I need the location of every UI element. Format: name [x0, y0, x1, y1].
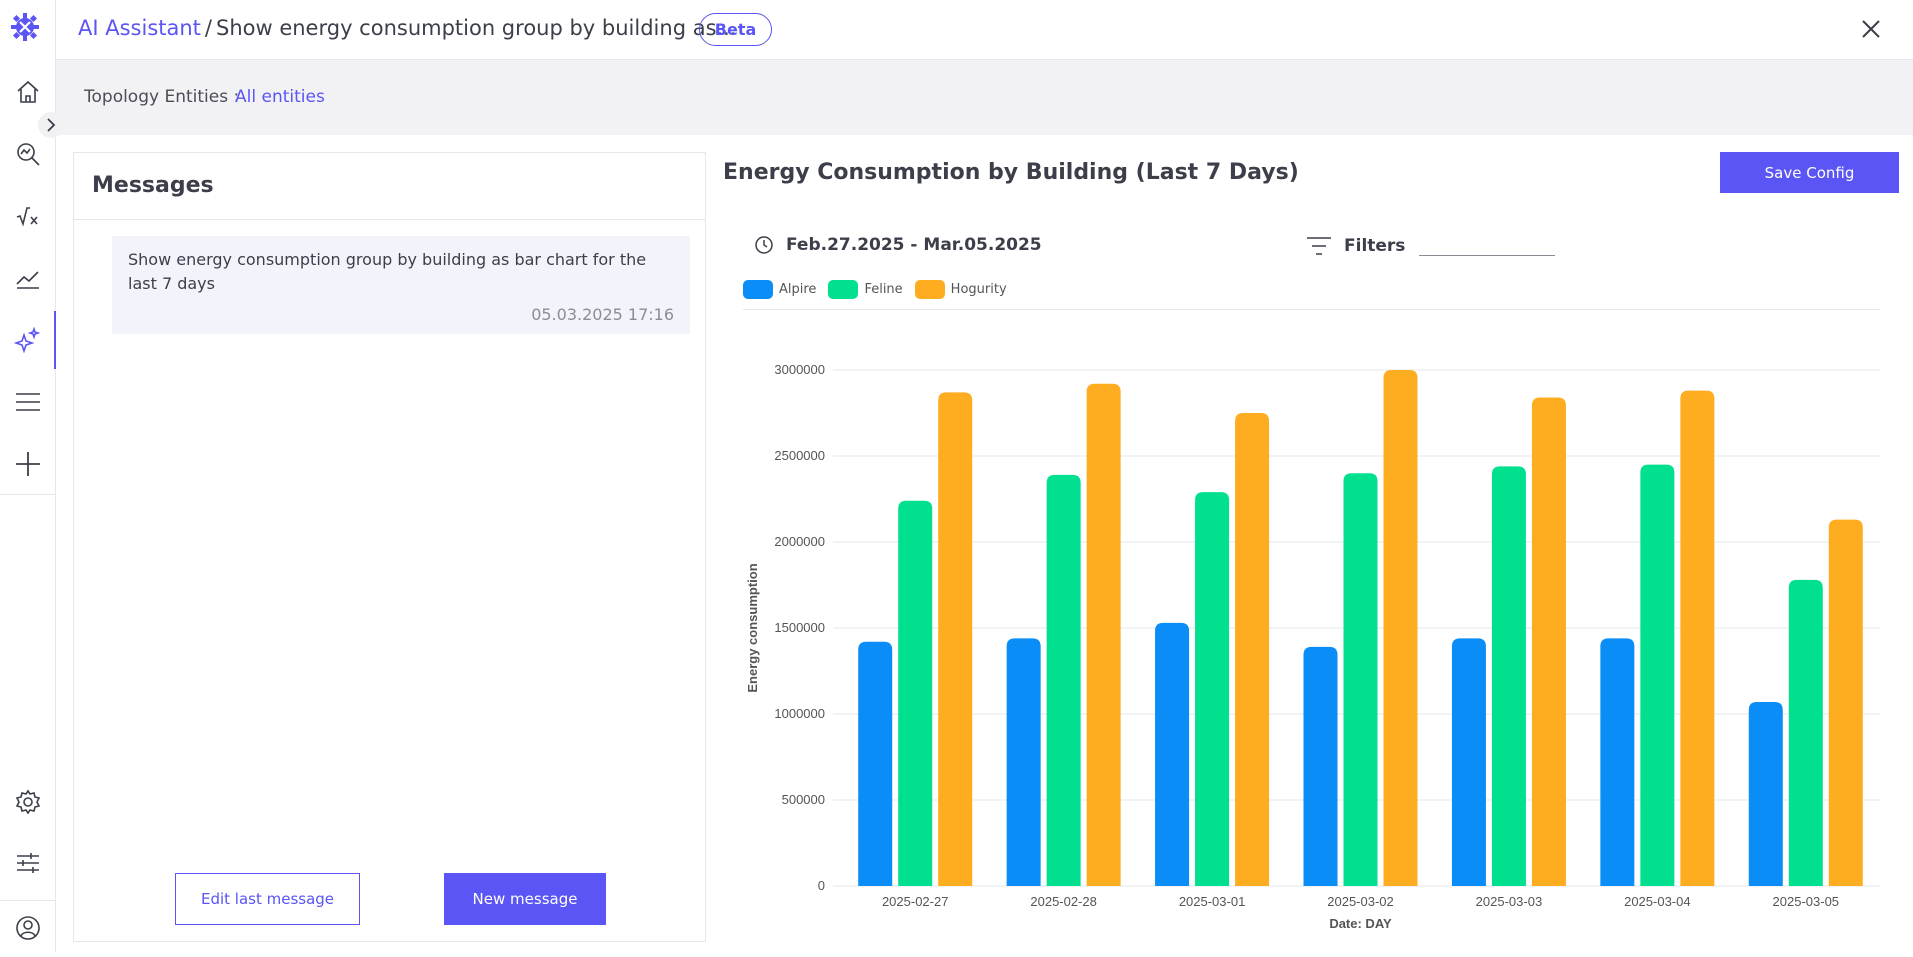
- bar-alpire-2025-02-27: [858, 641, 893, 886]
- bar-alpire-2025-03-03: [1451, 638, 1486, 886]
- x-tick-label: 2025-02-27: [882, 894, 949, 909]
- bar-hogurity-2025-02-27: [938, 392, 973, 886]
- bar-chart: 0 500000 1000000 1500000 2000000 2500000 30000…: [745, 362, 1880, 931]
- nav-adjustments[interactable]: [0, 834, 56, 892]
- bar-alpire-2025-03-05: [1748, 701, 1783, 886]
- beta-badge: Beta: [699, 13, 772, 46]
- home-icon: [17, 80, 39, 103]
- bar-alpire-2025-03-04: [1600, 638, 1635, 886]
- breadcrumb: AI Assistant / Show energy consumption gro…: [78, 16, 737, 40]
- plus-icon: [16, 452, 40, 476]
- legend-swatch-alpire: [743, 280, 773, 299]
- y-tick-label: 3000000: [774, 362, 825, 377]
- breadcrumb-separator: /: [204, 16, 212, 40]
- chevron-right-icon: [47, 118, 56, 132]
- bar-alpire-2025-03-02: [1303, 646, 1338, 886]
- trend-icon: [16, 271, 39, 289]
- y-tick-label: 500000: [782, 792, 825, 807]
- gear-icon: [15, 789, 41, 815]
- date-range-picker[interactable]: Feb.27.2025 - Mar.05.2025: [754, 235, 1042, 255]
- topology-entities-link[interactable]: All entities: [235, 87, 325, 107]
- logo-icon[interactable]: [10, 12, 40, 42]
- user-icon: [16, 916, 40, 940]
- save-config-button[interactable]: Save Config: [1720, 152, 1899, 193]
- side-nav: [0, 0, 56, 952]
- legend-item-hogurity[interactable]: Hogurity: [914, 280, 1007, 299]
- breadcrumb-current: Show energy consumption group by buildin…: [215, 16, 737, 40]
- legend-divider: [743, 309, 1880, 310]
- x-tick-label: 2025-03-02: [1327, 894, 1394, 909]
- messages-panel: Messages Show energy consumption group b…: [73, 152, 706, 942]
- bar-feline-2025-03-05: [1788, 579, 1823, 886]
- y-tick-label: 0: [818, 878, 825, 893]
- message-timestamp: 05.03.2025 17:16: [531, 305, 674, 324]
- clock-icon: [755, 236, 773, 254]
- legend-label-alpire: Alpire: [779, 282, 817, 297]
- breadcrumb-root-link[interactable]: AI Assistant: [78, 16, 201, 40]
- filters-control[interactable]: Filters: [1306, 235, 1556, 257]
- y-axis-label: Energy consumption: [745, 563, 760, 692]
- y-tick-label: 2500000: [774, 448, 825, 463]
- topology-label: Topology Entities :: [84, 87, 240, 107]
- bar-feline-2025-03-04: [1640, 464, 1675, 886]
- legend-item-feline[interactable]: Feline: [828, 280, 903, 299]
- nav-profile[interactable]: [0, 899, 56, 957]
- bar-feline-2025-03-01: [1195, 492, 1230, 886]
- bar-feline-2025-03-03: [1491, 466, 1526, 886]
- edit-last-message-button[interactable]: Edit last message: [175, 873, 360, 925]
- bar-alpire-2025-03-01: [1155, 622, 1190, 886]
- messages-title: Messages: [92, 173, 214, 198]
- nav-menu[interactable]: [0, 373, 56, 431]
- expand-sidebar-button[interactable]: [38, 112, 64, 138]
- nav-ai-assistant[interactable]: [0, 311, 56, 369]
- bar-hogurity-2025-03-04: [1680, 390, 1715, 886]
- filters-input[interactable]: [1419, 236, 1556, 256]
- y-tick-label: 1000000: [774, 706, 825, 721]
- x-tick-label: 2025-03-05: [1773, 894, 1840, 909]
- bar-feline-2025-02-28: [1046, 474, 1081, 886]
- new-message-button[interactable]: New message: [444, 873, 606, 925]
- nav-settings[interactable]: [0, 773, 56, 831]
- bar-hogurity-2025-03-01: [1235, 413, 1270, 886]
- search-chart-icon: [17, 143, 40, 166]
- bar-hogurity-2025-02-28: [1086, 383, 1121, 886]
- message-text: Show energy consumption group by buildin…: [128, 250, 647, 293]
- filters-label: Filters: [1344, 236, 1406, 256]
- bar-hogurity-2025-03-05: [1828, 519, 1863, 886]
- nav-formula[interactable]: [0, 187, 56, 245]
- x-tick-label: 2025-03-04: [1624, 894, 1691, 909]
- chart-legend: Alpire Feline Hogurity: [743, 280, 1019, 299]
- message-bubble: Show energy consumption group by buildin…: [112, 236, 690, 334]
- y-tick-label: 2000000: [774, 534, 825, 549]
- bar-hogurity-2025-03-02: [1383, 370, 1418, 886]
- legend-item-alpire[interactable]: Alpire: [743, 280, 816, 299]
- nav-add[interactable]: [0, 435, 56, 493]
- legend-label-hogurity: Hogurity: [950, 282, 1007, 297]
- bar-feline-2025-02-27: [898, 500, 933, 886]
- sqrt-x-icon: [16, 207, 38, 227]
- close-icon[interactable]: [1859, 17, 1883, 41]
- date-range-text: Feb.27.2025 - Mar.05.2025: [786, 235, 1042, 255]
- rail-divider: [0, 494, 56, 495]
- chart-title: Energy Consumption by Building (Last 7 D…: [723, 160, 1299, 185]
- x-tick-label: 2025-02-28: [1030, 894, 1097, 909]
- x-tick-label: 2025-03-01: [1179, 894, 1246, 909]
- legend-swatch-feline: [828, 280, 859, 299]
- legend-swatch-hogurity: [914, 280, 945, 299]
- bar-hogurity-2025-03-03: [1531, 397, 1566, 886]
- messages-divider: [74, 219, 705, 220]
- menu-icon: [16, 393, 40, 411]
- topology-bar: Topology Entities : All entities: [56, 60, 1913, 135]
- sliders-icon: [17, 853, 39, 873]
- bar-feline-2025-03-02: [1343, 473, 1378, 886]
- x-tick-label: 2025-03-03: [1476, 894, 1543, 909]
- y-tick-label: 1500000: [774, 620, 825, 635]
- page-header: AI Assistant / Show energy consumption gro…: [56, 0, 1913, 60]
- sparkles-icon: [14, 327, 40, 353]
- bar-alpire-2025-02-28: [1006, 638, 1041, 886]
- nav-trends[interactable]: [0, 249, 56, 307]
- legend-label-feline: Feline: [864, 282, 903, 297]
- x-axis-label: Date: DAY: [1329, 916, 1392, 931]
- filter-icon: [1307, 237, 1331, 255]
